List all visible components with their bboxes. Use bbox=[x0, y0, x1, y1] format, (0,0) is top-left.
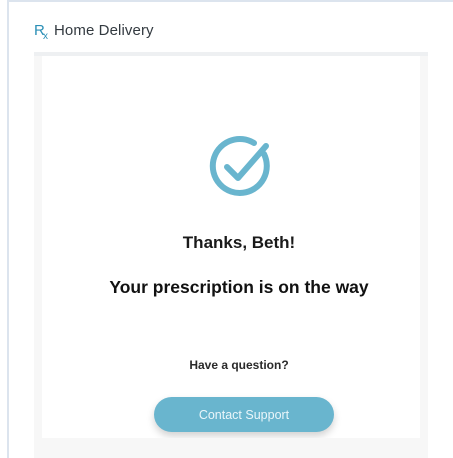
confirmation-card: Thanks, Beth! Your prescription is on th… bbox=[34, 56, 428, 458]
rx-logo-x: x bbox=[43, 31, 48, 42]
card-body: Thanks, Beth! Your prescription is on th… bbox=[34, 56, 428, 438]
card-footer-strip bbox=[34, 438, 428, 458]
brand-name: Home Delivery bbox=[54, 22, 154, 39]
brand-header: R x Home Delivery bbox=[34, 20, 154, 50]
thanks-heading: Thanks, Beth! bbox=[182, 233, 296, 252]
prescription-status-heading: Your prescription is on the way bbox=[109, 277, 369, 297]
check-circle-icon bbox=[206, 132, 276, 202]
contact-support-button[interactable]: Contact Support bbox=[154, 397, 334, 432]
rx-logo: R x bbox=[34, 20, 54, 44]
question-text: Have a question? bbox=[189, 358, 289, 372]
